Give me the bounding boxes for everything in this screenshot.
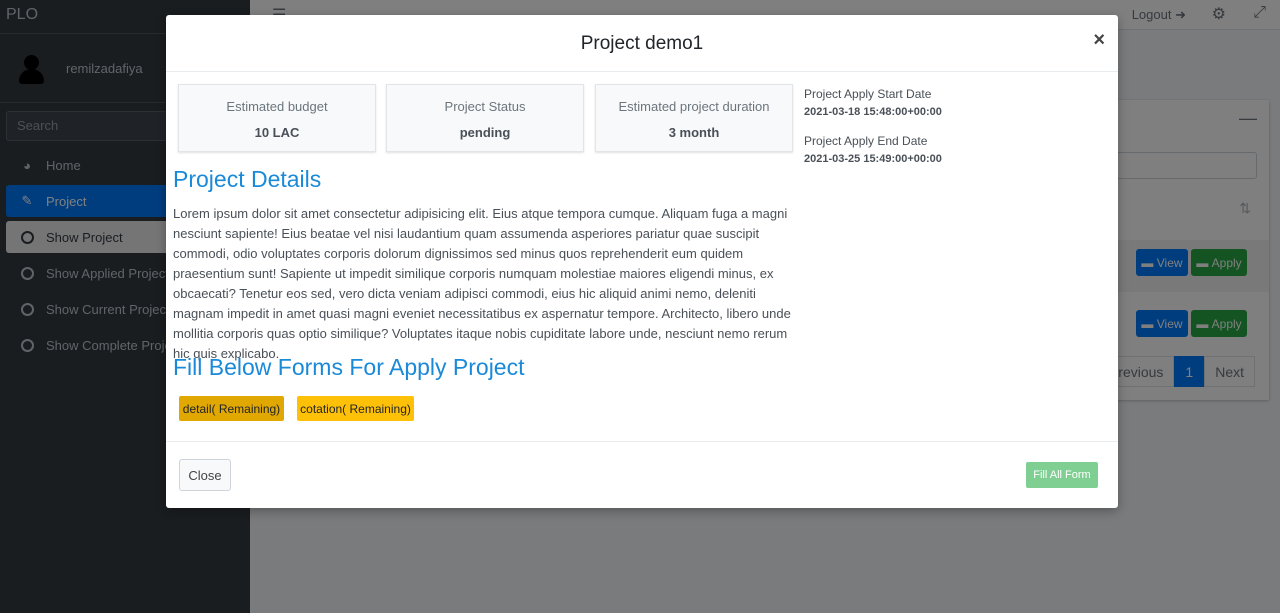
stat-value: pending — [459, 125, 511, 140]
apply-dates: Project Apply Start Date 2021-03-18 15:4… — [804, 87, 942, 181]
stat-value: 10 LAC — [254, 125, 300, 140]
stat-duration: Estimated project duration 3 month — [595, 84, 793, 152]
stat-status: Project Status pending — [386, 84, 584, 152]
cotation-form-badge[interactable]: cotation( Remaining) — [297, 396, 414, 421]
start-date-value: 2021-03-18 15:48:00+00:00 — [804, 106, 942, 118]
end-date-label: Project Apply End Date — [804, 134, 928, 148]
close-icon[interactable]: × — [1093, 29, 1105, 52]
stat-value: 3 month — [668, 125, 720, 140]
stat-label: Project Status — [444, 99, 526, 114]
close-button[interactable]: Close — [179, 459, 231, 491]
project-modal: Project demo1 × Estimated budget 10 LAC … — [166, 15, 1118, 508]
modal-header: Project demo1 × — [166, 15, 1118, 72]
modal-title: Project demo1 — [580, 33, 704, 54]
project-details-heading: Project Details — [173, 166, 322, 192]
project-description: Lorem ipsum dolor sit amet consectetur a… — [173, 206, 791, 361]
forms-heading: Fill Below Forms For Apply Project — [173, 354, 525, 380]
stat-label: Estimated project duration — [618, 99, 770, 114]
start-date-label: Project Apply Start Date — [804, 87, 932, 101]
modal-footer: Close Fill All Form — [166, 441, 1118, 508]
stat-budget: Estimated budget 10 LAC — [178, 84, 376, 152]
stat-label: Estimated budget — [226, 99, 328, 114]
modal-body: Estimated budget 10 LAC Project Status p… — [166, 72, 1118, 441]
end-date-value: 2021-03-25 15:49:00+00:00 — [804, 153, 942, 165]
detail-form-badge[interactable]: detail( Remaining) — [179, 396, 284, 421]
fill-all-form-button[interactable]: Fill All Form — [1026, 462, 1098, 488]
